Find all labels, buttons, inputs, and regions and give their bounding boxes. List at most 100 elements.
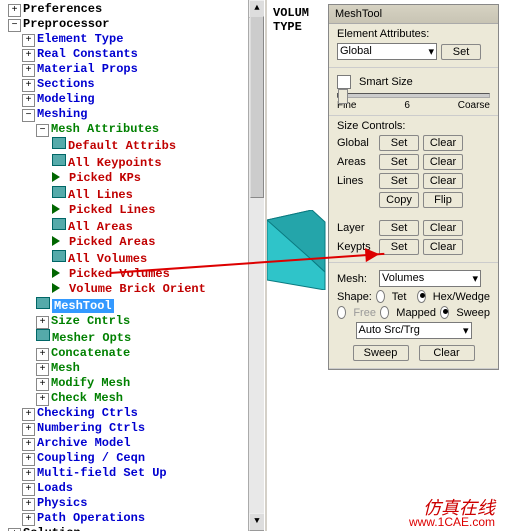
mesh-type-select[interactable]: Volumes▾ <box>379 270 481 287</box>
tree-meshing[interactable]: −Meshing <box>2 107 265 122</box>
tree-mesh-attributes[interactable]: −Mesh Attributes <box>2 122 265 137</box>
lines-flip-button[interactable]: Flip <box>423 192 463 208</box>
tree-path-operations[interactable]: +Path Operations <box>2 511 265 526</box>
tree-picked-areas[interactable]: Picked Areas <box>2 235 265 250</box>
scroll-down-icon[interactable]: ▼ <box>249 513 265 531</box>
mapped-label: Mapped <box>396 307 436 319</box>
tree-picked-volumes[interactable]: Picked Volumes <box>2 267 265 282</box>
tree-check-mesh[interactable]: +Check Mesh <box>2 391 265 406</box>
lines-set-button[interactable]: Set <box>379 173 419 189</box>
expand-icon[interactable]: + <box>8 4 21 17</box>
chevron-down-icon: ▾ <box>428 45 434 58</box>
tree-coupling-ceqn[interactable]: +Coupling / Ceqn <box>2 451 265 466</box>
smartsize-section: Smart Size Fine 6 Coarse <box>329 68 498 116</box>
expand-icon[interactable]: + <box>22 513 35 526</box>
model-shape <box>267 210 327 290</box>
slider-thumb[interactable] <box>338 89 348 104</box>
tree-mesh[interactable]: +Mesh <box>2 361 265 376</box>
global-label: Global <box>337 137 375 149</box>
grid-icon <box>52 154 66 166</box>
expand-icon[interactable]: + <box>22 408 35 421</box>
global-clear-button[interactable]: Clear <box>423 135 463 151</box>
layer-clear-button[interactable]: Clear <box>423 220 463 236</box>
shape-tet-radio[interactable] <box>376 290 385 303</box>
expand-icon[interactable]: + <box>36 363 49 376</box>
tree-picked-kps[interactable]: Picked KPs <box>2 171 265 186</box>
lines-clear-button[interactable]: Clear <box>423 173 463 189</box>
tree-picked-lines[interactable]: Picked Lines <box>2 203 265 218</box>
collapse-icon[interactable]: − <box>36 124 49 137</box>
areas-label: Areas <box>337 156 375 168</box>
sweep-radio[interactable] <box>440 306 449 319</box>
shape-hex-radio[interactable] <box>417 290 426 303</box>
scroll-thumb[interactable] <box>250 16 264 198</box>
tree-preprocessor[interactable]: −Preprocessor <box>2 17 265 32</box>
element-attributes-section: Element Attributes: Global▾ Set <box>329 24 498 68</box>
expand-icon[interactable]: + <box>22 453 35 466</box>
tree-solution[interactable]: +Solution <box>2 526 265 531</box>
tree-real-constants[interactable]: +Real Constants <box>2 47 265 62</box>
expand-icon[interactable]: + <box>22 94 35 107</box>
lines-label: Lines <box>337 175 375 187</box>
grid-icon <box>36 297 50 309</box>
expand-icon[interactable]: + <box>22 423 35 436</box>
slider-value: 6 <box>404 100 410 111</box>
mesh-clear-button[interactable]: Clear <box>419 345 475 361</box>
pick-icon <box>52 204 65 214</box>
tree-all-keypoints[interactable]: All Keypoints <box>2 154 265 171</box>
tree-archive-model[interactable]: +Archive Model <box>2 436 265 451</box>
tree-meshtool[interactable]: MeshTool <box>2 297 265 314</box>
tree-element-type[interactable]: +Element Type <box>2 32 265 47</box>
tree-modeling[interactable]: +Modeling <box>2 92 265 107</box>
expand-icon[interactable]: + <box>22 34 35 47</box>
tree-multi-field[interactable]: +Multi-field Set Up <box>2 466 265 481</box>
mapped-radio[interactable] <box>380 306 389 319</box>
tree-sections[interactable]: +Sections <box>2 77 265 92</box>
smartsize-checkbox[interactable] <box>337 75 351 89</box>
tree-checking-ctrls[interactable]: +Checking Ctrls <box>2 406 265 421</box>
smartsize-slider[interactable] <box>337 93 490 98</box>
tree-all-lines[interactable]: All Lines <box>2 186 265 203</box>
sweep-button[interactable]: Sweep <box>353 345 409 361</box>
expand-icon[interactable]: + <box>36 393 49 406</box>
global-set-button[interactable]: Set <box>379 135 419 151</box>
expand-icon[interactable]: + <box>22 64 35 77</box>
tree-all-areas[interactable]: All Areas <box>2 218 265 235</box>
expand-icon[interactable]: + <box>22 498 35 511</box>
tree-physics[interactable]: +Physics <box>2 496 265 511</box>
expand-icon[interactable]: + <box>36 378 49 391</box>
tree-size-cntrls[interactable]: +Size Cntrls <box>2 314 265 329</box>
tree-numbering-ctrls[interactable]: +Numbering Ctrls <box>2 421 265 436</box>
tree-default-attribs[interactable]: Default Attribs <box>2 137 265 154</box>
expand-icon[interactable]: + <box>36 316 49 329</box>
arrow-head-icon <box>365 247 387 262</box>
collapse-icon[interactable]: − <box>8 19 21 32</box>
expand-icon[interactable]: + <box>22 438 35 451</box>
tree-preferences[interactable]: +Preferences <box>2 2 265 17</box>
tree-mesher-opts[interactable]: Mesher Opts <box>2 329 265 346</box>
hex-label: Hex/Wedge <box>433 291 490 303</box>
tree-concatenate[interactable]: +Concatenate <box>2 346 265 361</box>
expand-icon[interactable]: + <box>22 468 35 481</box>
sweep-select[interactable]: Auto Src/Trg▾ <box>356 322 472 339</box>
tree-loads[interactable]: +Loads <box>2 481 265 496</box>
tree-modify-mesh[interactable]: +Modify Mesh <box>2 376 265 391</box>
expand-icon[interactable]: + <box>22 49 35 62</box>
element-attributes-set-button[interactable]: Set <box>441 44 481 60</box>
tree-material-props[interactable]: +Material Props <box>2 62 265 77</box>
lines-copy-button[interactable]: Copy <box>379 192 419 208</box>
keypts-clear-button[interactable]: Clear <box>423 239 463 255</box>
element-attributes-select[interactable]: Global▾ <box>337 43 437 60</box>
tree-volume-brick-orient[interactable]: Volume Brick Orient <box>2 282 265 297</box>
expand-icon[interactable]: + <box>22 79 35 92</box>
sweep-label: Sweep <box>456 307 490 319</box>
expand-icon[interactable]: + <box>36 348 49 361</box>
areas-set-button[interactable]: Set <box>379 154 419 170</box>
expand-icon[interactable]: + <box>22 483 35 496</box>
areas-clear-button[interactable]: Clear <box>423 154 463 170</box>
layer-set-button[interactable]: Set <box>379 220 419 236</box>
collapse-icon[interactable]: − <box>22 109 35 122</box>
meshtool-title[interactable]: MeshTool <box>329 5 498 24</box>
grid-icon <box>52 250 66 262</box>
tree-scrollbar[interactable]: ▲ ▼ <box>248 0 265 531</box>
